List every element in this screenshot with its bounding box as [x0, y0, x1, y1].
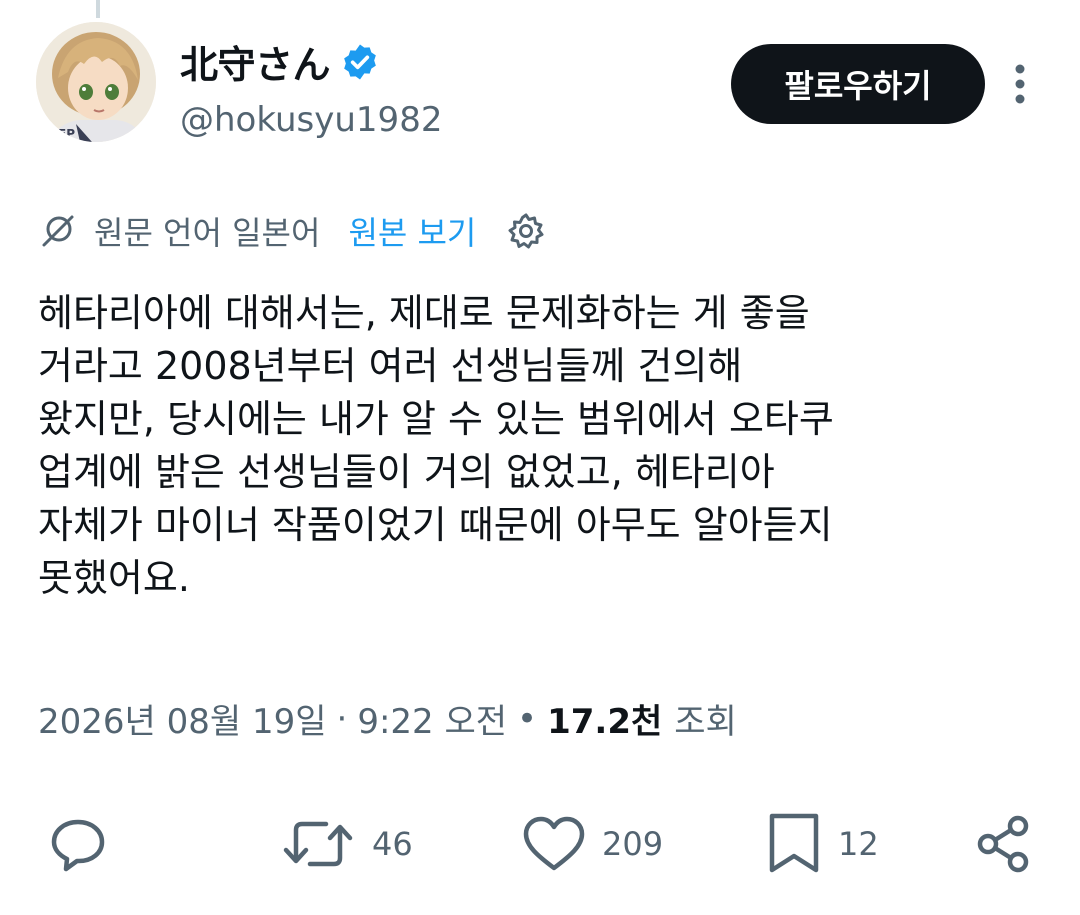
like-count: 209 — [602, 825, 664, 863]
tweet-text: 헤타리아에 대해서는, 제대로 문제화하는 게 좋을 거라고 2008년부터 여… — [38, 291, 834, 600]
bookmark-icon — [769, 813, 819, 873]
follow-button[interactable]: 팔로우하기 — [731, 44, 985, 124]
author-display-name[interactable]: 北守さん — [180, 34, 331, 89]
reply-icon — [51, 819, 105, 872]
views-count: 17.2천 — [547, 702, 663, 742]
more-vertical-icon[interactable] — [1006, 62, 1034, 106]
translation-bar: 원문 언어 일본어 원본 보기 — [38, 205, 546, 257]
share-icon — [977, 815, 1029, 873]
anime-character-avatar-icon: FP — [36, 22, 156, 142]
like-button[interactable]: 209 — [520, 812, 663, 876]
avatar[interactable]: FP — [36, 22, 156, 142]
tweet-date[interactable]: 2026년 08월 19일 — [38, 694, 327, 743]
author-name-row: 北守さん — [180, 34, 380, 89]
retweet-icon — [283, 821, 353, 867]
tweet-actions: 46 209 12 — [0, 812, 1080, 876]
tweet-time[interactable]: 9:22 오전 — [357, 694, 507, 743]
verified-badge-icon — [344, 44, 376, 79]
meta-separator: · — [336, 698, 348, 739]
retweet-button[interactable]: 46 — [278, 812, 413, 876]
reply-button[interactable] — [46, 812, 110, 876]
thread-connector-line — [96, 0, 100, 18]
translate-icon — [42, 215, 74, 247]
bookmark-count: 12 — [838, 825, 879, 863]
views-label: 조회 — [674, 702, 737, 742]
heart-icon — [523, 816, 585, 871]
source-language-label: 원문 언어 일본어 — [94, 214, 321, 252]
tweet-meta: 2026년 08월 19일 · 9:22 오전 • 17.2천 조회 — [38, 694, 737, 743]
retweet-count: 46 — [372, 825, 413, 863]
bookmark-button[interactable]: 12 — [764, 812, 879, 876]
gear-icon[interactable] — [506, 211, 546, 251]
view-original-link[interactable]: 원본 보기 — [348, 208, 476, 254]
author-handle[interactable]: @hokusyu1982 — [180, 100, 442, 140]
views-separator: • — [517, 698, 538, 739]
share-button[interactable] — [972, 812, 1036, 876]
svg-text:FP: FP — [58, 127, 75, 141]
